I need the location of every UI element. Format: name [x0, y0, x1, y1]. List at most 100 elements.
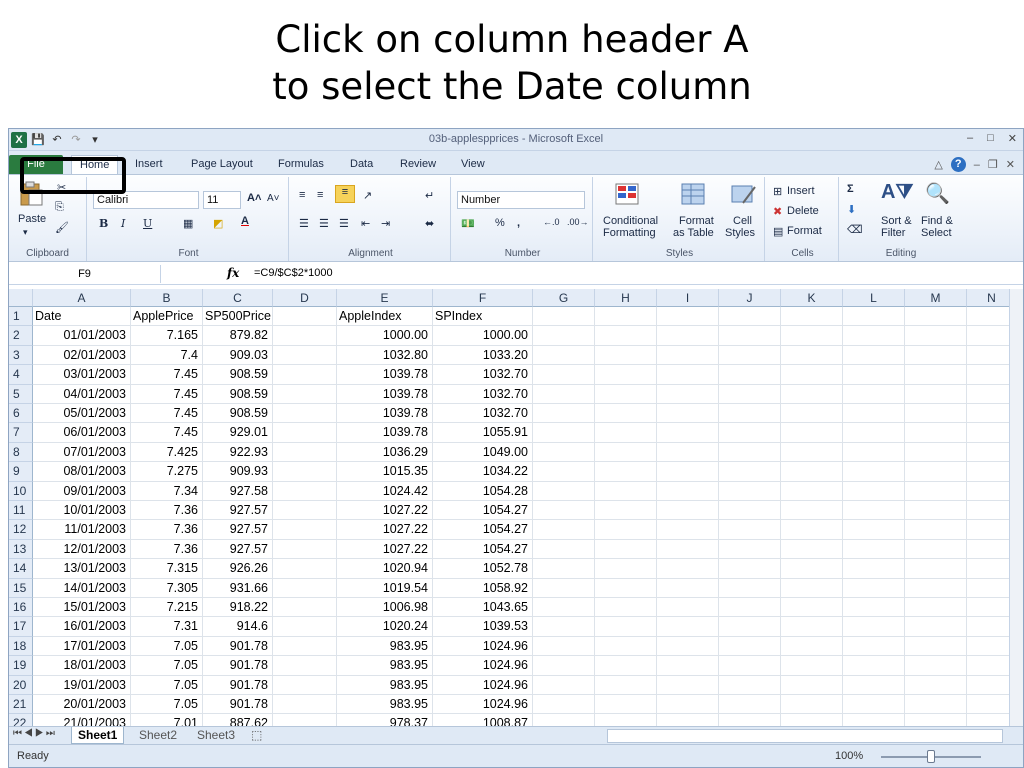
- cell[interactable]: [781, 326, 843, 346]
- cell[interactable]: 7.45: [131, 404, 203, 424]
- cell[interactable]: 1006.98: [337, 598, 433, 618]
- column-header-k[interactable]: K: [781, 289, 843, 307]
- cell[interactable]: [843, 442, 905, 463]
- cell[interactable]: 1000.00: [337, 326, 433, 346]
- formula-input[interactable]: =C9/$C$2*1000: [254, 267, 333, 279]
- conditional-formatting-icon[interactable]: [613, 181, 641, 207]
- column-header-h[interactable]: H: [595, 289, 657, 307]
- fill-icon[interactable]: ⬇: [847, 203, 856, 216]
- cell[interactable]: [843, 481, 905, 501]
- column-header-i[interactable]: I: [657, 289, 719, 307]
- cell[interactable]: [533, 423, 595, 443]
- sort-filter-sub[interactable]: Filter: [881, 227, 905, 239]
- close-icon[interactable]: ✕: [1008, 132, 1017, 145]
- cell[interactable]: 1027.22: [337, 539, 433, 560]
- cell[interactable]: [905, 326, 967, 346]
- align-left-icon[interactable]: ☰: [299, 217, 309, 230]
- cell[interactable]: 14/01/2003: [33, 578, 131, 598]
- cell[interactable]: 07/01/2003: [33, 442, 131, 463]
- cell[interactable]: [595, 636, 657, 657]
- cell[interactable]: 1024.96: [433, 675, 533, 695]
- cell[interactable]: [595, 481, 657, 501]
- cell[interactable]: 1039.78: [337, 365, 433, 385]
- cell[interactable]: [719, 598, 781, 618]
- cell[interactable]: [657, 695, 719, 715]
- cell-styles-button[interactable]: Cell: [733, 215, 752, 227]
- cell[interactable]: 7.05: [131, 675, 203, 695]
- font-size-select[interactable]: 11: [203, 191, 241, 209]
- cell[interactable]: [273, 423, 337, 443]
- cell[interactable]: 908.59: [203, 384, 273, 404]
- cell[interactable]: [533, 384, 595, 404]
- cell[interactable]: [905, 404, 967, 424]
- cell[interactable]: 927.57: [203, 539, 273, 560]
- align-right-icon[interactable]: ☰: [339, 217, 349, 230]
- cell[interactable]: 909.93: [203, 462, 273, 482]
- row-header[interactable]: 1: [9, 307, 33, 327]
- format-as-table-icon[interactable]: [679, 181, 707, 207]
- cell[interactable]: [657, 598, 719, 618]
- cell[interactable]: [719, 404, 781, 424]
- cell[interactable]: [533, 539, 595, 560]
- row-header[interactable]: 7: [9, 423, 33, 443]
- cell[interactable]: [657, 462, 719, 482]
- tab-insert[interactable]: Insert: [127, 155, 171, 175]
- cell[interactable]: 1032.70: [433, 404, 533, 424]
- cell[interactable]: [905, 442, 967, 463]
- cell[interactable]: [533, 442, 595, 463]
- cell[interactable]: 1024.96: [433, 636, 533, 657]
- row-header[interactable]: 11: [9, 501, 33, 521]
- zoom-slider-thumb[interactable]: [927, 750, 935, 763]
- cell[interactable]: [533, 636, 595, 657]
- row-header[interactable]: 21: [9, 695, 33, 715]
- cell[interactable]: 1020.24: [337, 617, 433, 637]
- row-header[interactable]: 17: [9, 617, 33, 637]
- row-header[interactable]: 22: [9, 714, 33, 726]
- cell[interactable]: 20/01/2003: [33, 695, 131, 715]
- cell[interactable]: [781, 365, 843, 385]
- increase-decimal-icon[interactable]: ←.0: [543, 217, 560, 227]
- cell[interactable]: [595, 442, 657, 463]
- cell[interactable]: 908.59: [203, 365, 273, 385]
- cell[interactable]: [533, 598, 595, 618]
- cell[interactable]: SP500Price: [203, 307, 273, 327]
- cell[interactable]: [273, 714, 337, 726]
- cell[interactable]: [905, 365, 967, 385]
- cell[interactable]: [719, 326, 781, 346]
- cell[interactable]: 7.4: [131, 345, 203, 366]
- cell[interactable]: [843, 384, 905, 404]
- restore-icon[interactable]: □: [987, 132, 994, 145]
- cell[interactable]: [595, 539, 657, 560]
- cell[interactable]: [781, 598, 843, 618]
- cell[interactable]: [657, 656, 719, 676]
- cell[interactable]: [595, 656, 657, 676]
- vertical-scrollbar[interactable]: [1009, 289, 1023, 726]
- orientation-icon[interactable]: ↗: [363, 189, 372, 202]
- cell[interactable]: [781, 384, 843, 404]
- number-format-select[interactable]: Number: [457, 191, 585, 209]
- cell[interactable]: 21/01/2003: [33, 714, 131, 726]
- borders-icon[interactable]: ▦: [183, 217, 193, 230]
- cell[interactable]: 7.275: [131, 462, 203, 482]
- cell[interactable]: 908.59: [203, 404, 273, 424]
- cell[interactable]: [657, 501, 719, 521]
- cell[interactable]: 926.26: [203, 559, 273, 579]
- cell[interactable]: [595, 617, 657, 637]
- cell[interactable]: 1032.70: [433, 384, 533, 404]
- cell[interactable]: [905, 578, 967, 598]
- accounting-format-icon[interactable]: 💵: [461, 217, 475, 230]
- cell[interactable]: [657, 714, 719, 726]
- cell[interactable]: [719, 578, 781, 598]
- cell[interactable]: [273, 675, 337, 695]
- cell[interactable]: [273, 578, 337, 598]
- cell[interactable]: [273, 617, 337, 637]
- cell[interactable]: [843, 559, 905, 579]
- cell[interactable]: 1055.91: [433, 423, 533, 443]
- cell[interactable]: [905, 636, 967, 657]
- find-select-sub[interactable]: Select: [921, 227, 952, 239]
- cell[interactable]: [781, 442, 843, 463]
- column-header-m[interactable]: M: [905, 289, 967, 307]
- cell[interactable]: 983.95: [337, 695, 433, 715]
- cell[interactable]: [657, 636, 719, 657]
- cell[interactable]: [843, 501, 905, 521]
